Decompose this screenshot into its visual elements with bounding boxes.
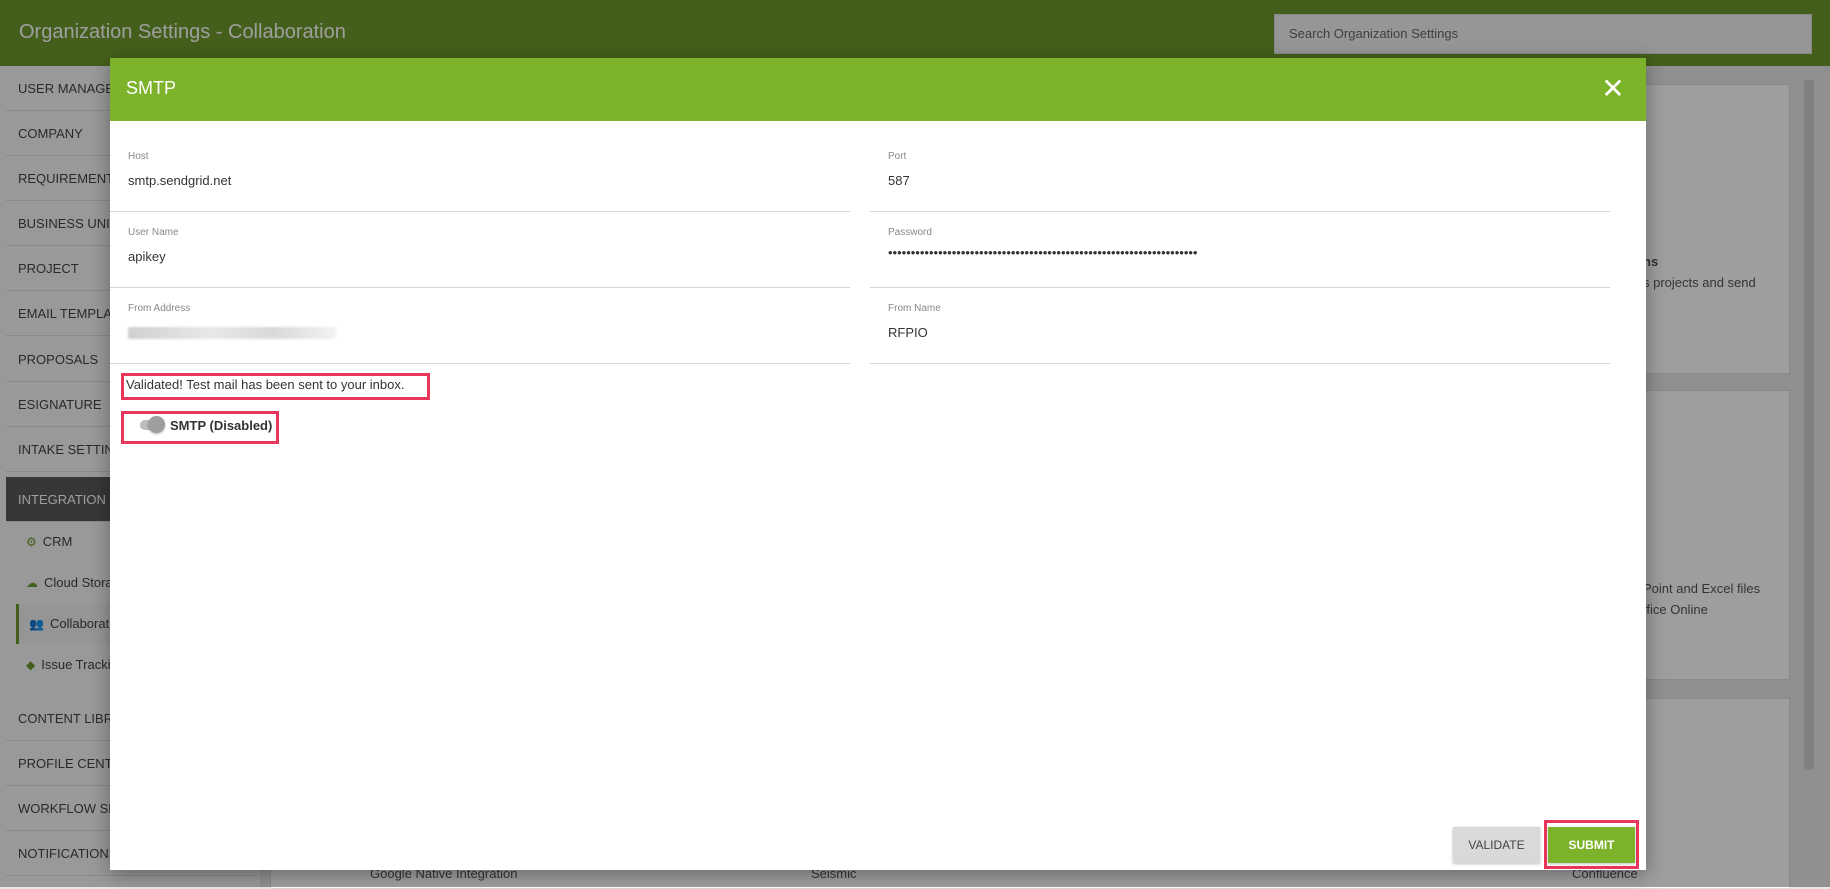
smtp-modal: SMTP ✕ Host smtp.sendgrid.net Port 587 U…: [110, 58, 1646, 870]
validate-button[interactable]: VALIDATE: [1453, 827, 1540, 863]
password-field: Password •••••••••••••••••••••••••••••••…: [870, 227, 1610, 288]
host-label: Host: [128, 151, 149, 162]
from-name-field: From Name RFPIO: [870, 303, 1610, 364]
host-input[interactable]: smtp.sendgrid.net: [128, 173, 828, 188]
port-label: Port: [888, 151, 907, 162]
validated-message: Validated! Test mail has been sent to yo…: [126, 377, 405, 392]
password-input[interactable]: ••••••••••••••••••••••••••••••••••••••••…: [888, 245, 1588, 260]
modal-title: SMTP: [126, 78, 177, 98]
from-address-label: From Address: [128, 303, 191, 314]
from-address-field: From Address: [110, 303, 850, 364]
smtp-toggle-knob[interactable]: [148, 416, 165, 433]
modal-header: SMTP ✕: [110, 58, 1646, 121]
close-icon[interactable]: ✕: [1598, 74, 1628, 104]
username-label: User Name: [128, 227, 179, 238]
host-field: Host smtp.sendgrid.net: [110, 151, 850, 212]
smtp-toggle-label: SMTP (Disabled): [170, 418, 273, 433]
port-input[interactable]: 587: [888, 173, 1588, 188]
from-name-label: From Name: [888, 303, 941, 314]
redacted-value: [128, 327, 336, 339]
submit-button[interactable]: SUBMIT: [1548, 827, 1635, 863]
from-name-input[interactable]: RFPIO: [888, 325, 1588, 340]
password-label: Password: [888, 227, 932, 238]
username-field: User Name apikey: [110, 227, 850, 288]
username-input[interactable]: apikey: [128, 249, 828, 264]
port-field: Port 587: [870, 151, 1610, 212]
